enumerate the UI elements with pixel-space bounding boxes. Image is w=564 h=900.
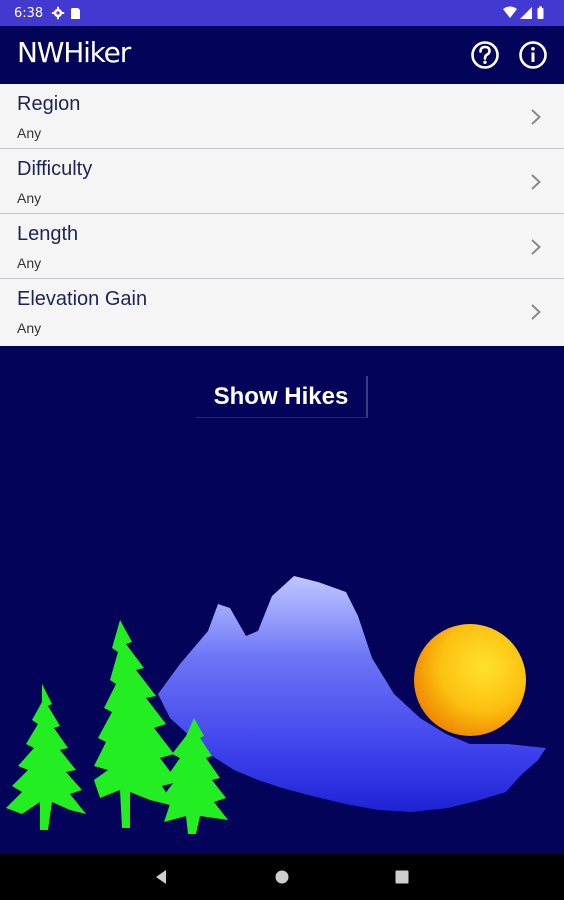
status-left-icons: [52, 6, 80, 20]
filter-difficulty[interactable]: Difficulty Any: [0, 149, 564, 214]
main-panel: Show Hikes: [0, 346, 564, 854]
chevron-right-icon: [531, 239, 541, 255]
status-right-icons: [503, 6, 544, 19]
chevron-right-icon: [531, 304, 541, 320]
tree-left: [6, 684, 86, 830]
filter-list: Region Any Difficulty Any Length Any Ele…: [0, 84, 564, 346]
filter-elevation-gain[interactable]: Elevation Gain Any: [0, 279, 564, 344]
filter-value: Any: [17, 255, 42, 271]
status-time: 6:38: [14, 6, 44, 21]
filter-value: Any: [17, 125, 42, 141]
app-screen: 6:38 NWHiker Region Any Difficulty Any L…: [0, 0, 564, 900]
filter-label: Region: [17, 93, 81, 115]
wifi-icon: [503, 6, 517, 18]
info-icon[interactable]: [518, 40, 548, 70]
filter-label: Elevation Gain: [17, 288, 148, 310]
recents-icon[interactable]: [391, 866, 413, 888]
chevron-right-icon: [531, 174, 541, 190]
filter-label: Length: [17, 223, 79, 245]
gear-icon: [52, 6, 65, 20]
home-icon[interactable]: [271, 866, 293, 888]
chevron-right-icon: [531, 109, 541, 125]
filter-value: Any: [17, 190, 42, 206]
help-icon[interactable]: [470, 40, 500, 70]
back-icon[interactable]: [150, 866, 172, 888]
sd-card-icon: [71, 8, 80, 19]
sun-shape: [414, 624, 526, 736]
filter-length[interactable]: Length Any: [0, 214, 564, 279]
app-title: NWHiker: [17, 36, 131, 69]
navigation-bar: [0, 854, 564, 900]
battery-icon: [537, 6, 544, 19]
status-bar: 6:38: [0, 0, 564, 26]
filter-value: Any: [17, 320, 42, 336]
show-hikes-button[interactable]: Show Hikes: [196, 376, 368, 418]
landscape-illustration: [6, 576, 546, 834]
filter-label: Difficulty: [17, 158, 93, 180]
app-bar: NWHiker: [0, 26, 564, 84]
filter-region[interactable]: Region Any: [0, 84, 564, 149]
signal-icon: [520, 7, 532, 19]
